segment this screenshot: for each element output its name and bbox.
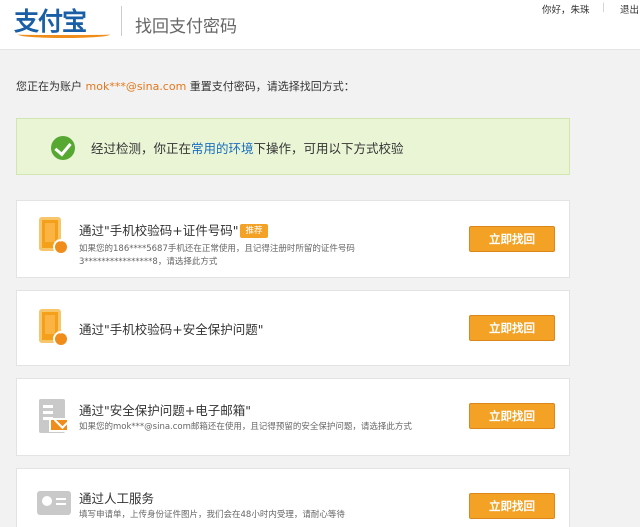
option-description: 如果您的mok***@sina.com邮箱还在使用，且记得预留的安全保护问题，请… [79, 422, 412, 432]
common-environment-link[interactable]: 常用的环境 [191, 141, 254, 156]
option-description: 如果您的186****5687手机还在正常使用，且记得注册时所留的证件号码3**… [79, 244, 355, 267]
recommended-badge: 推荐 [240, 224, 268, 238]
environment-notice: 经过检测，你正在常用的环境下操作，可用以下方式校验 [16, 118, 570, 175]
notice-after: 下操作，可用以下方式校验 [253, 141, 404, 156]
page-title: 找回支付密码 [135, 17, 237, 37]
account-email: mok***@sina.com [85, 80, 187, 93]
phone-icon [37, 217, 71, 257]
phone-icon [37, 309, 71, 349]
option-phone-id: 通过"手机校验码+证件号码"推荐 如果您的186****5687手机还在正常使用… [16, 200, 570, 278]
find-now-button[interactable]: 立即找回 [469, 226, 555, 252]
option-manual-service: 通过人工服务 填写申请单，上传身份证件图片，我们会在48小时内受理，请耐心等待 … [16, 468, 570, 527]
option-title: 通过"安全保护问题+电子邮箱" [79, 403, 251, 418]
header-separator: | [602, 2, 606, 13]
check-icon [51, 136, 75, 160]
logout-link[interactable]: 退出 [620, 2, 639, 16]
find-now-button[interactable]: 立即找回 [469, 315, 555, 341]
header: 支付宝 找回支付密码 你好，朱珠 | 退出 [0, 0, 640, 50]
option-question-email: 通过"安全保护问题+电子邮箱" 如果您的mok***@sina.com邮箱还在使… [16, 378, 570, 456]
find-now-button[interactable]: 立即找回 [469, 493, 555, 519]
option-title: 通过"手机校验码+安全保护问题" [79, 322, 264, 337]
option-title: 通过"手机校验码+证件号码" 推荐 [79, 220, 268, 239]
intro-prefix: 您正在为账户 [16, 80, 86, 93]
logo-swoosh [18, 31, 110, 38]
alipay-logo[interactable]: 支付宝 [14, 4, 110, 38]
find-now-button[interactable]: 立即找回 [469, 403, 555, 429]
user-greeting: 你好，朱珠 [542, 5, 590, 16]
intro-text: 您正在为账户 mok***@sina.com 重置支付密码，请选择找回方式： [16, 78, 355, 94]
intro-suffix: 重置支付密码，请选择找回方式： [186, 80, 355, 93]
option-phone-question: 通过"手机校验码+安全保护问题" 立即找回 [16, 290, 570, 366]
header-divider [121, 6, 122, 36]
logo-text: 支付宝 [14, 6, 87, 36]
option-title: 通过人工服务 [79, 491, 155, 506]
option-description: 填写申请单，上传身份证件图片，我们会在48小时内受理，请耐心等待 [79, 510, 345, 520]
notice-before: 经过检测，你正在 [91, 141, 192, 156]
notice-text: 经过检测，你正在常用的环境下操作，可用以下方式校验 [91, 138, 404, 157]
mail-icon [37, 399, 71, 439]
id-card-icon [37, 485, 71, 525]
option-title-text: 通过"手机校验码+证件号码" [79, 223, 239, 238]
